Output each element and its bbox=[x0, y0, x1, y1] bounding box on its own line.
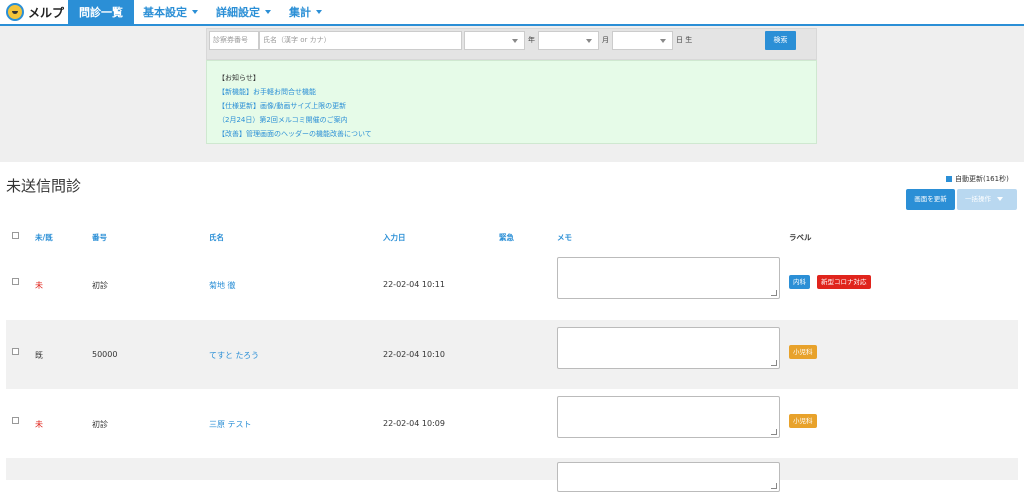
chevron-down-icon bbox=[192, 10, 198, 14]
app-logo[interactable]: メルプ bbox=[6, 3, 68, 21]
app-name: メルプ bbox=[28, 5, 65, 20]
nav-label: 詳細設定 bbox=[216, 6, 260, 19]
year-select[interactable] bbox=[538, 31, 599, 50]
col-status[interactable]: 未/既 bbox=[35, 232, 53, 243]
patient-number: 初診 bbox=[92, 281, 108, 290]
nav-item-inquiry-list[interactable]: 問診一覧 bbox=[68, 0, 134, 25]
era-select[interactable] bbox=[464, 31, 525, 50]
entry-date: 22-02-04 10:09 bbox=[383, 419, 445, 428]
memo-textarea[interactable] bbox=[557, 396, 780, 438]
col-urgent[interactable]: 緊急 bbox=[499, 232, 514, 243]
row-checkbox[interactable] bbox=[12, 278, 19, 285]
bulk-action-button[interactable]: 一括操作 bbox=[957, 189, 1017, 210]
nav-item-detail-settings[interactable]: 詳細設定 bbox=[207, 0, 280, 25]
year-label: 年 bbox=[528, 36, 535, 44]
notice-link[interactable]: 【仕様更新】画像/動画サイズ上限の更新 bbox=[218, 99, 816, 113]
read-status: 未 bbox=[35, 420, 43, 429]
nav-item-basic-settings[interactable]: 基本設定 bbox=[134, 0, 207, 25]
entry-date: 22-02-04 10:10 bbox=[383, 350, 445, 359]
row-checkbox[interactable] bbox=[12, 417, 19, 424]
page-title: 未送信問診 bbox=[6, 177, 82, 195]
row-checkbox[interactable] bbox=[12, 348, 19, 355]
chevron-down-icon bbox=[316, 10, 322, 14]
top-navbar: メルプ 問診一覧 基本設定 詳細設定 集計 bbox=[0, 0, 1024, 26]
patient-name-link[interactable]: てすと たろう bbox=[209, 350, 259, 361]
label-badge: 内科 bbox=[789, 275, 810, 289]
read-status: 未 bbox=[35, 281, 43, 290]
nav-label: 問診一覧 bbox=[79, 6, 123, 19]
auto-refresh-label: 自動更新(161秒) bbox=[955, 175, 1009, 183]
notice-box: 【お知らせ】 【新機能】お手軽お問合せ機能 【仕様更新】画像/動画サイズ上限の更… bbox=[206, 60, 817, 144]
table-row[interactable]: 未 初診 菊地 徹 22-02-04 10:11 内科 新型コロナ対応 bbox=[6, 250, 1018, 319]
col-memo: メモ bbox=[557, 233, 572, 242]
name-search-input[interactable]: 氏名（漢字 or カナ） bbox=[259, 31, 462, 50]
patient-number: 初診 bbox=[92, 420, 108, 429]
memo-textarea[interactable] bbox=[557, 462, 780, 492]
label-badge: 小児科 bbox=[789, 345, 817, 359]
col-name[interactable]: 氏名 bbox=[209, 232, 224, 243]
search-button[interactable]: 検索 bbox=[765, 31, 796, 50]
month-select[interactable] bbox=[612, 31, 673, 50]
table-row[interactable]: 未 初診 三原 テスト 22-02-04 10:09 小児科 bbox=[6, 389, 1018, 458]
patient-search-form: 診察券番号 氏名（漢字 or カナ） 年 月 日 生 検索 bbox=[206, 28, 817, 60]
col-label: ラベル bbox=[789, 233, 812, 242]
nav-label: 集計 bbox=[289, 6, 311, 19]
read-status: 既 bbox=[35, 351, 43, 360]
col-number[interactable]: 番号 bbox=[92, 232, 107, 243]
patient-name-link[interactable]: 三原 テスト bbox=[209, 419, 252, 430]
patient-number: 50000 bbox=[92, 350, 118, 359]
notice-link[interactable]: 【新機能】お手軽お問合せ機能 bbox=[218, 85, 816, 99]
table-header: 未/既 番号 氏名 入力日 緊急 メモ ラベル bbox=[6, 226, 1018, 248]
table-row[interactable] bbox=[6, 458, 1018, 492]
refresh-button[interactable]: 画面を更新 bbox=[906, 189, 955, 210]
notice-heading: 【お知らせ】 bbox=[218, 74, 260, 82]
entry-date: 22-02-04 10:11 bbox=[383, 280, 445, 289]
mascot-icon bbox=[6, 3, 24, 21]
table-row[interactable]: 既 50000 てすと たろう 22-02-04 10:10 小児科 bbox=[6, 320, 1018, 389]
label-badge: 小児科 bbox=[789, 414, 817, 428]
notice-link[interactable]: 【改善】管理画面のヘッダーの機能改善について bbox=[218, 127, 816, 141]
nav-label: 基本設定 bbox=[143, 6, 187, 19]
patient-name-link[interactable]: 菊地 徹 bbox=[209, 280, 236, 291]
bulk-action-label: 一括操作 bbox=[965, 195, 991, 203]
auto-refresh-toggle[interactable]: 自動更新(161秒) bbox=[946, 174, 1009, 184]
chevron-down-icon bbox=[265, 10, 271, 14]
card-number-input[interactable]: 診察券番号 bbox=[209, 31, 259, 50]
memo-textarea[interactable] bbox=[557, 257, 780, 299]
col-date[interactable]: 入力日 bbox=[383, 232, 406, 243]
day-label: 日 生 bbox=[676, 36, 693, 44]
label-badge: 新型コロナ対応 bbox=[817, 275, 871, 289]
checkbox-checked-icon[interactable] bbox=[946, 176, 952, 182]
memo-textarea[interactable] bbox=[557, 327, 780, 369]
chevron-down-icon bbox=[997, 197, 1003, 201]
month-label: 月 bbox=[602, 36, 609, 44]
nav-item-stats[interactable]: 集計 bbox=[280, 0, 331, 25]
notice-link[interactable]: （2月24日）第2回メルコミ開催のご案内 bbox=[218, 113, 816, 127]
